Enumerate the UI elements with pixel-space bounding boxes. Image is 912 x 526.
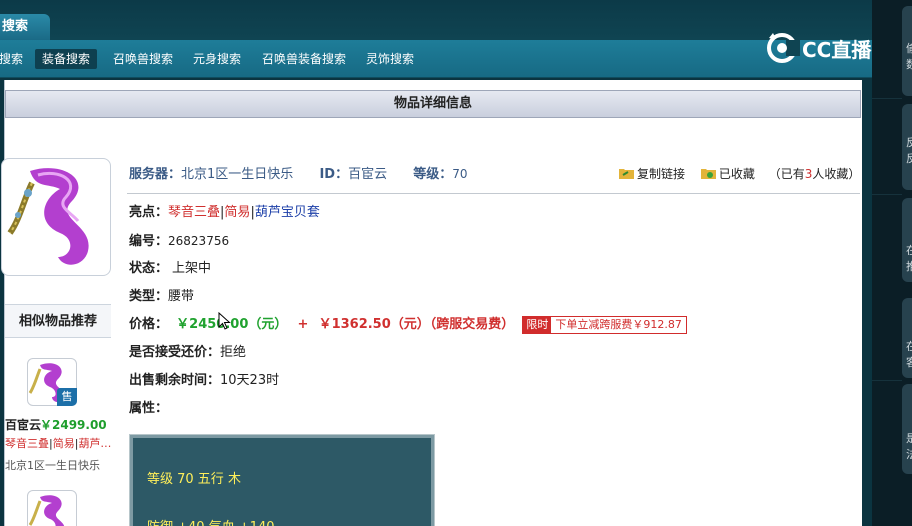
top-strip xyxy=(0,0,872,40)
cc-logo-icon xyxy=(767,33,800,63)
remaining-time-row: 出售剩余时间：10天23时 xyxy=(129,371,279,391)
attributes-box: 等级 70 五行 木 防御 +40 气血 +140 xyxy=(129,434,435,526)
item-image xyxy=(1,158,111,276)
side-text: 客 xyxy=(906,356,912,369)
panel-header: 物品详细信息 xyxy=(5,90,861,118)
side-divider xyxy=(872,380,902,381)
side-text: 在 xyxy=(906,244,912,257)
top-search-tab[interactable]: 搜索 xyxy=(0,14,50,40)
nav-ornament-search[interactable]: 灵饰搜索 xyxy=(359,49,421,69)
cc-live-logo: CC直播 xyxy=(764,30,884,66)
serial-row: 编号：26823756 xyxy=(129,231,229,251)
similar-item-tags: 琴音三叠|简易|葫芦… xyxy=(5,437,112,450)
mouse-cursor-icon xyxy=(218,312,231,330)
folder-star-icon xyxy=(700,169,716,179)
side-divider xyxy=(872,98,902,99)
highlights-label: 亮点： xyxy=(129,205,169,220)
side-text: 反 xyxy=(906,136,912,149)
attributes-row: 属性： xyxy=(129,399,168,419)
remaining-time-label: 出售剩余时间： xyxy=(129,373,221,388)
similar-items-title: 相似物品推荐 xyxy=(5,304,111,338)
attr-line-2: 防御 +40 气血 +140 xyxy=(147,516,275,526)
for-sale-badge: 售 xyxy=(57,388,77,406)
remaining-time-value: 10天23时 xyxy=(220,373,280,388)
similar-tag: 琴音三叠 xyxy=(5,437,49,450)
similar-item-thumb-2[interactable] xyxy=(27,490,77,526)
side-text: 推 xyxy=(906,260,912,273)
status-value: 上架中 xyxy=(172,261,212,276)
highlight-tag: 琴音三叠 xyxy=(168,205,221,220)
right-side-panel: 偷 数 反 反 在 推 在 客 是 法 xyxy=(872,0,912,526)
server-label: 服务器： xyxy=(129,167,182,182)
highlights-row: 亮点：琴音三叠|简易|葫芦宝贝套 xyxy=(129,205,320,220)
similar-tag: 简易 xyxy=(52,437,75,450)
type-value: 腰带 xyxy=(168,289,195,304)
search-nav-bar: 搜索 装备搜索 召唤兽搜索 元身搜索 召唤兽装备搜索 灵饰搜索 xyxy=(0,40,872,78)
attributes-label: 属性： xyxy=(129,401,169,416)
side-text: 是 xyxy=(906,432,912,445)
side-divider xyxy=(872,194,902,195)
sash-belt-icon xyxy=(7,168,89,265)
type-row: 类型：腰带 xyxy=(129,287,194,307)
info-divider xyxy=(127,193,860,194)
status-label: 状态： xyxy=(129,261,169,276)
bargain-row: 是否接受还价：拒绝 xyxy=(129,343,246,363)
similar-item-price: ￥2499.00 xyxy=(40,418,107,432)
limited-offer-text: 下单立减跨服费￥912.87 xyxy=(555,318,682,331)
nav-pet-equipment-search[interactable]: 召唤兽装备搜索 xyxy=(255,49,353,69)
sash-belt-icon xyxy=(28,495,65,526)
serial-label: 编号： xyxy=(129,234,169,249)
attr-line-1: 等级 70 五行 木 xyxy=(147,472,241,487)
status-row: 状态： 上架中 xyxy=(129,259,211,279)
side-text: 数 xyxy=(906,58,912,71)
id-label: ID： xyxy=(319,167,349,182)
side-text: 偷 xyxy=(906,42,912,55)
price-label: 价格： xyxy=(129,317,169,332)
nav-body-search[interactable]: 元身搜索 xyxy=(186,49,248,69)
limited-tag: 限时 xyxy=(523,317,552,333)
similar-item-name[interactable]: 百宦云 xyxy=(5,416,41,433)
favorite-count: （已有3人收藏） xyxy=(768,167,861,181)
item-detail-panel: 物品详细信息 相似物品推荐 售 百宦云 ￥2499.00 琴音三叠|简易|葫芦…… xyxy=(1,80,862,526)
folder-link-icon xyxy=(619,169,634,179)
highlight-tag: 葫芦宝贝套 xyxy=(254,205,320,220)
highlight-tag: 简易 xyxy=(224,205,251,220)
nav-pet-search[interactable]: 召唤兽搜索 xyxy=(106,49,180,69)
logo-text: CC直播 xyxy=(802,38,872,62)
level-label: 等级： xyxy=(413,167,453,182)
copy-link-label: 复制链接 xyxy=(637,167,686,181)
similar-item-server: 北京1区一生日快乐 xyxy=(5,459,100,472)
side-text: 反 xyxy=(906,152,912,165)
side-text: 在 xyxy=(906,340,912,353)
item-actions: 复制链接 已收藏 （已有3人收藏） xyxy=(619,164,860,184)
bargain-value: 拒绝 xyxy=(220,345,247,360)
price-plus: + xyxy=(297,317,309,332)
nav-search[interactable]: 搜索 xyxy=(0,49,30,69)
server-value: 北京1区一生日快乐 xyxy=(181,167,294,182)
level-value: 70 xyxy=(452,167,468,181)
type-label: 类型： xyxy=(129,289,169,304)
similar-tag: 葫芦… xyxy=(78,437,112,450)
favorite-button[interactable]: 已收藏 xyxy=(700,167,759,181)
side-text: 法 xyxy=(906,448,912,461)
copy-link-button[interactable]: 复制链接 xyxy=(619,167,689,181)
bargain-label: 是否接受还价： xyxy=(129,345,221,360)
nav-equipment-search[interactable]: 装备搜索 xyxy=(35,49,98,69)
similar-item-thumb[interactable]: 售 xyxy=(27,358,77,406)
id-value: 百宦云 xyxy=(348,167,388,182)
price-row: 价格： ￥2450.00（元） + ￥1362.50（元）（跨服交易费） 限时下… xyxy=(129,315,687,335)
cross-server-fee: ￥1362.50（元）（跨服交易费） xyxy=(318,317,515,332)
server-info: 服务器：北京1区一生日快乐 ID：百宦云 等级：70 xyxy=(129,164,468,184)
favorite-label: 已收藏 xyxy=(718,167,755,181)
limited-offer-badge: 限时 下单立减跨服费￥912.87 xyxy=(522,316,687,334)
serial-value: 26823756 xyxy=(168,234,230,248)
